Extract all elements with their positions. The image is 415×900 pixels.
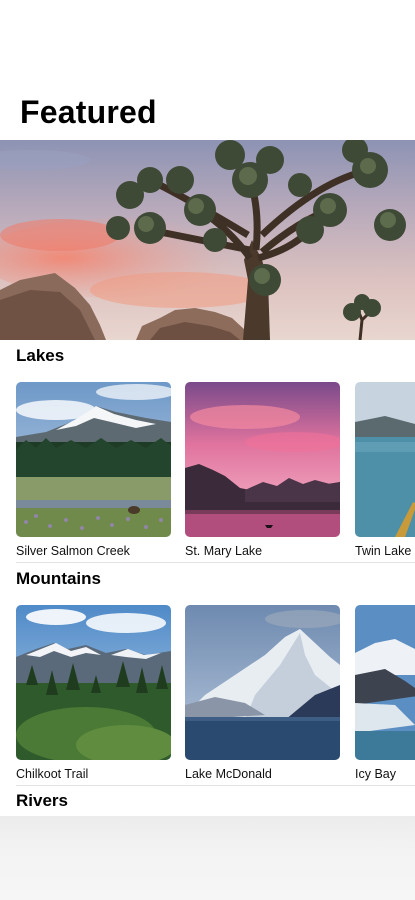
lake-card-twin-lake[interactable]: Twin Lake xyxy=(355,382,415,559)
section-divider xyxy=(16,785,415,786)
card-label: Icy Bay xyxy=(355,767,396,781)
lake-card-st-mary-lake[interactable]: St. Mary Lake xyxy=(185,382,340,559)
card-label: Chilkoot Trail xyxy=(16,767,89,781)
section-title-mountains: Mountains xyxy=(16,569,101,588)
rivers-row-placeholder xyxy=(0,816,415,900)
glacier-bay-photo xyxy=(355,605,415,760)
section-title-lakes: Lakes xyxy=(16,346,65,365)
section-divider xyxy=(16,562,415,563)
mountain-thumbnail xyxy=(355,605,415,760)
lakes-row[interactable]: Silver Salmon Creek St. Mary Lake Twin L… xyxy=(0,382,415,562)
snow-peak-lake-photo xyxy=(185,605,340,760)
lake-thumbnail xyxy=(185,382,340,537)
card-label: St. Mary Lake xyxy=(185,544,263,558)
snowy-mountain-meadow-photo xyxy=(16,382,171,537)
mountain-thumbnail xyxy=(16,605,171,760)
card-label: Lake McDonald xyxy=(185,767,272,781)
lake-thumbnail xyxy=(16,382,171,537)
forest-mountain-range-photo xyxy=(16,605,171,760)
section-title-rivers: Rivers xyxy=(16,791,68,810)
mountain-thumbnail xyxy=(185,605,340,760)
lake-thumbnail xyxy=(355,382,415,537)
mountain-card-lake-mcdonald[interactable]: Lake McDonald xyxy=(185,605,340,782)
lake-kayak-photo xyxy=(355,382,415,537)
joshua-tree-sunset-photo xyxy=(0,140,415,340)
hero-featured-image[interactable] xyxy=(0,140,415,340)
mountain-card-chilkoot-trail[interactable]: Chilkoot Trail xyxy=(16,605,171,782)
lake-card-silver-salmon-creek[interactable]: Silver Salmon Creek xyxy=(16,382,171,559)
card-label: Twin Lake xyxy=(355,544,412,558)
page-title: Featured xyxy=(20,94,157,130)
mountain-card-icy-bay[interactable]: Icy Bay xyxy=(355,605,415,782)
mountains-row[interactable]: Chilkoot Trail Lake McDonald Icy Bay xyxy=(0,605,415,785)
card-label: Silver Salmon Creek xyxy=(16,544,130,558)
pink-sunset-lake-photo xyxy=(185,382,340,537)
